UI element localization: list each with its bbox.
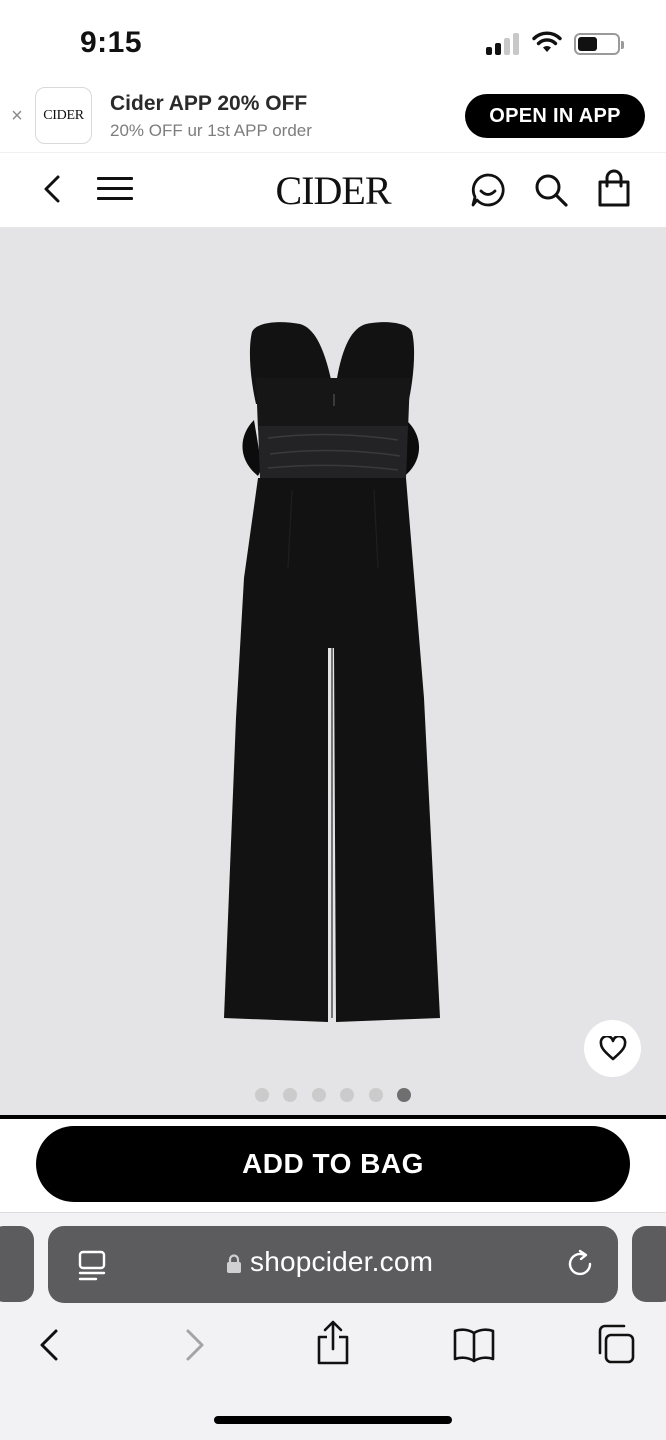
previous-tab-preview[interactable] [0,1226,34,1302]
cellular-signal-icon [486,33,522,55]
browser-forward-icon[interactable] [178,1325,210,1365]
status-bar: 9:15 [0,0,666,84]
site-logo[interactable]: CIDER [233,167,433,214]
banner-title: Cider APP 20% OFF [110,92,308,115]
bookmarks-icon[interactable] [452,1325,496,1363]
battery-icon [574,33,624,55]
product-image[interactable] [210,318,460,1030]
open-in-app-button[interactable]: OPEN IN APP [465,94,645,138]
app-logo: CIDER [35,87,92,144]
gallery-dot[interactable] [255,1088,269,1102]
search-icon[interactable] [532,171,570,209]
back-icon[interactable] [38,171,68,207]
gallery-dot-active[interactable] [397,1088,411,1102]
gallery-dot[interactable] [283,1088,297,1102]
menu-icon[interactable] [97,175,133,203]
reader-icon[interactable] [76,1248,108,1282]
home-indicator [214,1416,452,1424]
browser-chrome: shopcider.com [0,1212,666,1440]
tabs-icon[interactable] [594,1323,636,1365]
purchase-bar: ADD TO BAG [0,1119,666,1212]
reload-icon[interactable] [564,1248,596,1280]
share-icon[interactable] [313,1319,353,1367]
status-time: 9:15 [80,26,143,59]
add-to-bag-button[interactable]: ADD TO BAG [36,1126,630,1202]
product-gallery[interactable] [0,228,666,1116]
heart-icon [599,1035,626,1060]
close-icon[interactable]: × [10,106,24,126]
gallery-pagination [0,1088,666,1102]
browser-back-icon[interactable] [34,1325,66,1365]
wishlist-button[interactable] [584,1020,641,1077]
app-install-banner: × CIDER Cider APP 20% OFF 20% OFF ur 1st… [0,84,666,152]
gallery-dot[interactable] [369,1088,383,1102]
gallery-dot[interactable] [312,1088,326,1102]
gallery-dot[interactable] [340,1088,354,1102]
bag-icon[interactable] [596,169,632,209]
site-header: CIDER [0,152,666,228]
banner-subtitle: 20% OFF ur 1st APP order [110,121,312,140]
address-bar[interactable]: shopcider.com [48,1226,618,1303]
lock-icon [227,1254,241,1273]
chat-icon[interactable] [469,171,507,209]
wifi-icon [532,31,562,52]
next-tab-preview[interactable] [632,1226,666,1302]
url-text[interactable]: shopcider.com [250,1246,433,1278]
